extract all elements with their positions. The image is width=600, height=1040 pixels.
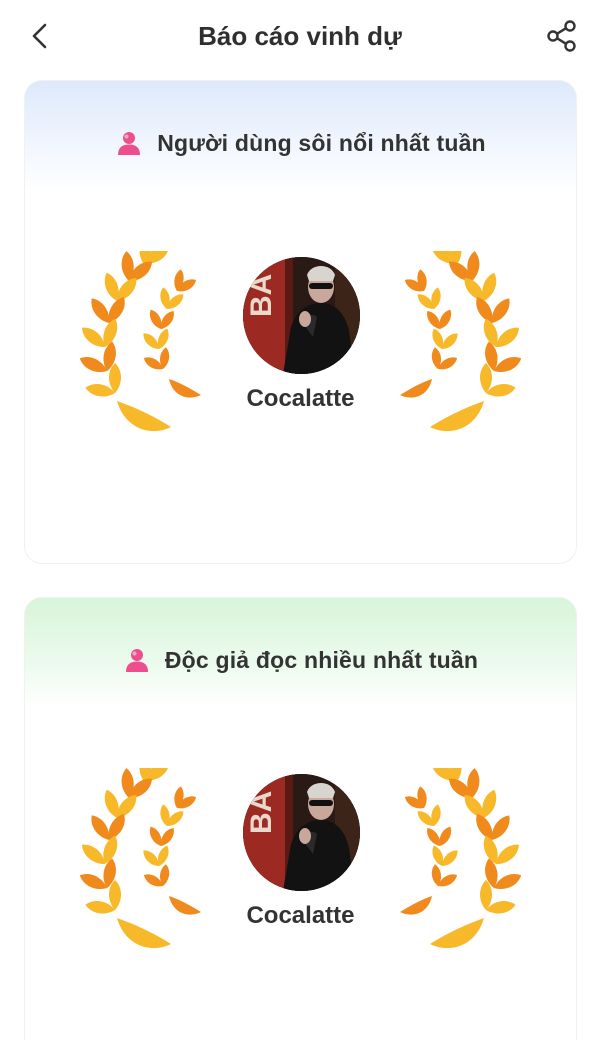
username[interactable]: Cocalatte [25,385,576,413]
username[interactable]: Cocalatte [25,902,576,930]
honor-card-top-reader: Độc giả đọc nhiều nhất tuần BA Cocalatte [24,597,577,1040]
svg-text:BA: BA [245,791,278,834]
card-title-text: Độc giả đọc nhiều nhất tuần [164,646,479,673]
card-title: Người dùng sôi nổi nhất tuần [25,129,576,157]
share-icon [547,20,576,52]
top-bar: Báo cáo vinh dự [0,0,600,72]
avatar[interactable]: BA [243,257,360,374]
svg-text:BA: BA [245,274,278,317]
avatar[interactable]: BA [243,774,360,891]
card-title-text: Người dùng sôi nổi nhất tuần [157,129,486,156]
honor-card-most-active: Người dùng sôi nổi nhất tuần BA Cocalatt… [24,80,577,564]
card-title: Độc giả đọc nhiều nhất tuần [25,646,576,674]
share-button[interactable] [542,16,582,56]
user-icon [123,646,151,674]
user-icon [115,129,143,157]
page-title: Báo cáo vinh dự [198,21,402,51]
